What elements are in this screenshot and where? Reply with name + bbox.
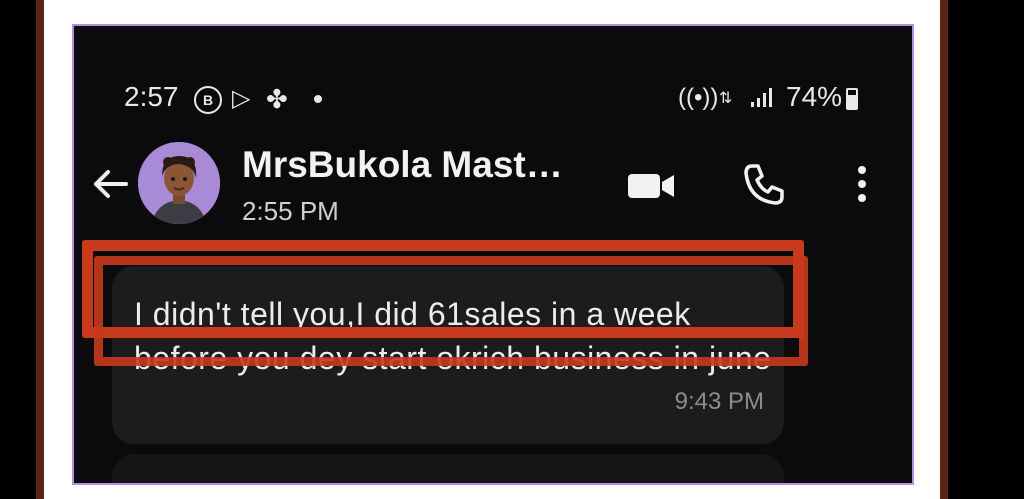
signal-icon (751, 88, 772, 107)
avatar[interactable] (138, 142, 220, 224)
back-arrow-icon[interactable] (90, 164, 130, 204)
chat-header: MrsBukola Mast… 2:55 PM (74, 136, 912, 236)
phone-screenshot: 2:57 B ▷ ✤ ((•)) ⇅ 74% MrsBukola Mast… 2… (72, 24, 914, 485)
battery-percent: 74% (786, 81, 843, 112)
last-seen-time: 2:55 PM (242, 196, 339, 226)
dot-icon (314, 95, 322, 103)
phone-call-icon[interactable] (742, 162, 786, 206)
contact-name[interactable]: MrsBukola Mast… (242, 144, 563, 186)
battery-icon (846, 88, 858, 110)
frame-edge-left (36, 0, 44, 499)
message-time: 9:43 PM (674, 388, 764, 415)
play-store-icon: ▷ (232, 85, 251, 112)
avatar-person-icon (138, 142, 220, 224)
red-highlight-box-outer (94, 256, 808, 366)
hotspot-icon: ((•)) (678, 84, 719, 111)
video-call-icon[interactable] (626, 166, 678, 206)
frame-edge-right (940, 0, 948, 499)
status-bar: 2:57 B ▷ ✤ ((•)) ⇅ 74% (74, 78, 912, 118)
data-arrows-icon: ⇅ (719, 90, 732, 107)
b-circle-icon: B (194, 86, 222, 114)
fan-icon: ✤ (266, 84, 288, 114)
status-time: 2:57 (124, 81, 179, 112)
more-options-icon[interactable] (850, 162, 874, 206)
next-message-bubble (112, 454, 784, 483)
